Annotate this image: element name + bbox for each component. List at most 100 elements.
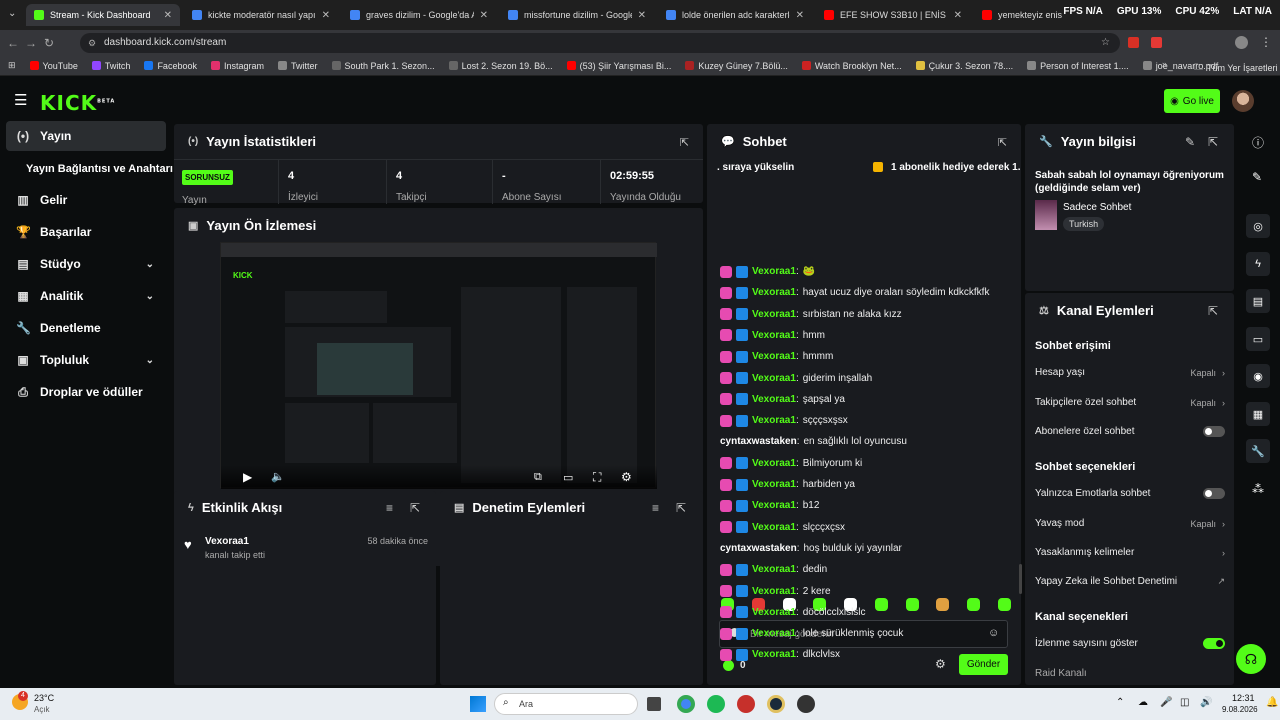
play-icon[interactable]: ▶ — [243, 470, 252, 484]
close-tab-icon[interactable]: ✕ — [638, 10, 646, 21]
edit-icon[interactable]: ✎ — [1252, 170, 1262, 184]
chat-message[interactable]: Vexoraa1: slçcçxçsx — [720, 517, 845, 538]
pip-icon[interactable]: ⧉ — [534, 471, 542, 484]
chat-username[interactable]: cyntaxwastaken — [720, 436, 797, 447]
sidebar-item[interactable]: ▣ Topluluk ⌄ — [6, 345, 166, 375]
emoji-icon[interactable]: ☺ — [988, 627, 999, 639]
task-view-icon[interactable] — [647, 697, 661, 711]
reload-icon[interactable]: ↻ — [40, 36, 58, 50]
emote-icon[interactable] — [936, 598, 950, 611]
speaker-icon[interactable]: 🔊 — [1200, 697, 1212, 708]
show-viewers-toggle[interactable] — [1203, 638, 1225, 649]
send-button[interactable]: Gönder — [959, 654, 1008, 675]
chat-username[interactable]: Vexoraa1 — [752, 309, 796, 320]
sidebar-item[interactable]: ⎙ Droplar ve ödüller — [6, 377, 166, 407]
chrome-taskbar-icon[interactable] — [677, 695, 695, 713]
rail-broadcast-icon[interactable]: ◉ — [1246, 364, 1270, 388]
back-icon[interactable]: ← — [4, 36, 22, 50]
chat-username[interactable]: cyntaxwastaken — [720, 543, 797, 554]
youtube-extension-icon[interactable] — [1151, 37, 1162, 48]
slow-mode-row[interactable]: Yavaş mod Kapalı › — [1035, 518, 1225, 529]
subs-only-toggle[interactable] — [1203, 426, 1225, 437]
sidebar-item[interactable]: Yayın Bağlantısı ve Anahtarı — [6, 154, 173, 184]
chat-username[interactable]: Vexoraa1 — [752, 607, 796, 618]
chat-message[interactable]: cyntaxwastaken: hoş bulduk iyi yayınlar — [720, 538, 902, 559]
rail-document-icon[interactable]: ▤ — [1246, 289, 1270, 313]
pinned-gift-banner[interactable]: . sıraya yükselin 1 abonelik hediye eder… — [707, 158, 1021, 178]
kick-logo[interactable]: KICKBETA — [40, 91, 115, 115]
bookmark-star-icon[interactable]: ☆ — [1101, 33, 1110, 53]
chat-username[interactable]: Vexoraa1 — [752, 649, 796, 660]
app-taskbar-icon[interactable] — [737, 695, 755, 713]
bookmark-item[interactable]: YouTube — [29, 61, 78, 71]
rail-chat-icon[interactable]: ▭ — [1246, 327, 1270, 351]
rail-lightning-icon[interactable]: ϟ — [1246, 252, 1270, 276]
chat-username[interactable]: Vexoraa1 — [752, 522, 796, 533]
chat-message[interactable]: cyntaxwastaken: en sağlıklı lol oyuncusu — [720, 431, 907, 452]
url-field[interactable]: ⚙ dashboard.kick.com/stream ☆ — [80, 33, 1120, 53]
close-tab-icon[interactable]: ✕ — [322, 10, 330, 21]
close-tab-icon[interactable]: ✕ — [164, 10, 172, 21]
edit-icon[interactable]: ✎ — [1185, 135, 1195, 149]
chat-message[interactable]: Vexoraa1: Bilmiyorum ki — [720, 453, 862, 474]
bookmark-item[interactable]: Twitch — [91, 61, 130, 71]
chat-username[interactable]: Vexoraa1 — [752, 415, 796, 426]
sidebar-item[interactable]: ▥ Gelir — [6, 185, 166, 215]
chat-message[interactable]: Vexoraa1:2 kere — [720, 581, 831, 602]
chat-username[interactable]: Vexoraa1 — [752, 628, 796, 639]
popout-icon[interactable]: ⇱ — [1208, 135, 1218, 149]
popout-icon[interactable]: ⇱ — [1208, 304, 1218, 318]
close-tab-icon[interactable]: ✕ — [954, 10, 962, 21]
browser-tab[interactable]: Stream - Kick Dashboard ✕ — [26, 4, 180, 26]
go-live-button[interactable]: ◉ Go live — [1164, 89, 1220, 113]
info-icon[interactable]: ⓘ — [1252, 134, 1264, 151]
spotify-taskbar-icon[interactable] — [707, 695, 725, 713]
chat-username[interactable]: Vexoraa1 — [752, 458, 796, 469]
chat-message[interactable]: Vexoraa1: hayat ucuz diye oraları söyledi… — [720, 282, 989, 303]
bookmark-item[interactable]: (53) Şiir Yarışması Bi... — [566, 61, 671, 71]
chat-message[interactable]: Vexoraa1: döcölcclxlslslc — [720, 602, 866, 623]
extension-icon[interactable] — [1128, 37, 1139, 48]
chat-message[interactable]: Vexoraa1: dlkclvlsx — [720, 644, 840, 665]
browser-tab[interactable]: yemekteyiz enis kirazoğlu — [974, 4, 1070, 26]
close-tab-icon[interactable]: ✕ — [480, 10, 488, 21]
browser-tab[interactable]: graves dizilim - Google'da Ara ✕ — [342, 4, 496, 26]
sidebar-item[interactable]: 🏆 Başarılar — [6, 217, 166, 247]
chat-message[interactable]: Vexoraa1: sçççsxşsx — [720, 410, 848, 431]
bookmark-item[interactable]: Kuzey Güney 7.Bölü... — [685, 61, 788, 71]
bookmark-item[interactable]: Person of Interest 1.... — [1027, 61, 1129, 71]
sidebar-item[interactable]: ▤ Stüdyo ⌄ — [6, 249, 166, 279]
bookmark-item[interactable]: Lost 2. Sezon 19. Bö... — [448, 61, 553, 71]
rail-wrench-icon[interactable]: 🔧 — [1246, 439, 1270, 463]
account-age-row[interactable]: Hesap yaşı Kapalı › — [1035, 367, 1225, 378]
settings-icon[interactable]: ⚙ — [621, 470, 632, 484]
profile-icon[interactable] — [1235, 36, 1248, 49]
preview-video[interactable]: KICK ▶ 🔈 ⧉ ▭ ⛶ ⚙ — [220, 242, 657, 489]
emote-icon[interactable] — [997, 598, 1011, 611]
chat-username[interactable]: Vexoraa1 — [752, 287, 796, 298]
raid-row[interactable]: Raid Kanalı — [1035, 668, 1225, 679]
chat-username[interactable]: Vexoraa1 — [752, 479, 796, 490]
chat-message[interactable]: Vexoraa1: sırbistan ne alaka kızz — [720, 304, 902, 325]
theater-icon[interactable]: ▭ — [563, 471, 573, 484]
popout-icon[interactable]: ⇱ — [676, 501, 686, 515]
browser-tab[interactable]: lolde önerilen adc karakterleri ✕ — [658, 4, 812, 26]
more-bookmarks-icon[interactable]: » — [1162, 59, 1167, 69]
chat-message[interactable]: Vexoraa1: harbiden ya — [720, 474, 855, 495]
fullscreen-icon[interactable]: ⛶ — [593, 470, 601, 485]
site-info-icon[interactable]: ⚙ — [88, 33, 96, 53]
microphone-icon[interactable]: 🎤 — [1160, 697, 1172, 708]
hamburger-menu-icon[interactable]: ☰ — [14, 91, 27, 109]
menu-icon[interactable]: ⋮ — [1260, 35, 1272, 49]
chat-username[interactable]: Vexoraa1 — [752, 564, 796, 575]
activity-item[interactable]: ♥ Vexoraa1 kanalı takip etti 58 dakika önce — [184, 535, 428, 565]
emote-icon[interactable] — [967, 598, 981, 611]
chat-scrollbar[interactable] — [1019, 564, 1022, 594]
chat-username[interactable]: Vexoraa1 — [752, 394, 796, 405]
popout-icon[interactable]: ⇱ — [998, 136, 1007, 149]
bookmark-item[interactable]: Facebook — [144, 61, 197, 71]
cloud-icon[interactable]: ☁ — [1138, 697, 1148, 708]
banned-words-row[interactable]: Yasaklanmış kelimeler › — [1035, 547, 1225, 558]
network-icon[interactable]: ◫ — [1180, 697, 1189, 708]
all-bookmarks[interactable]: 🗀 Tüm Yer İşaretleri — [1194, 60, 1278, 76]
